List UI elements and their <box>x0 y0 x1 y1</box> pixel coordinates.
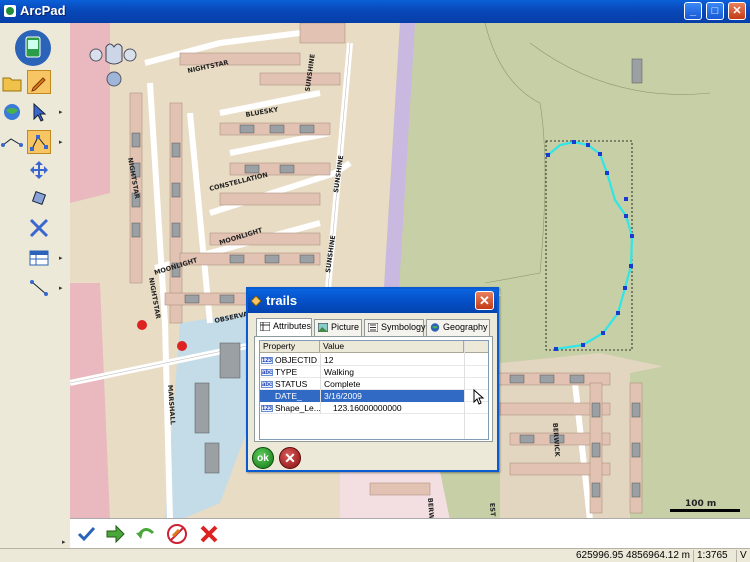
globe-icon <box>4 104 20 120</box>
navigation-control[interactable] <box>84 41 140 89</box>
chevron-right-icon[interactable]: ▸ <box>59 284 65 292</box>
delete-button[interactable] <box>198 523 222 545</box>
table-row[interactable]: 123 OBJECTID 12 <box>260 354 488 366</box>
mouse-cursor-icon <box>473 389 485 405</box>
svg-text:100 m: 100 m <box>685 499 716 509</box>
chevron-right-icon[interactable]: ▸ <box>59 108 65 116</box>
status-indicator: V <box>736 550 747 562</box>
window-title: ArcPad <box>20 3 66 18</box>
coordinate-readout: 625996.95 4856964.12 m <box>576 550 690 561</box>
status-bar: 625996.95 4856964.12 m 1:3765 V <box>0 548 750 562</box>
attributes-icon <box>260 322 270 331</box>
rotate-icon <box>31 190 47 206</box>
table-row[interactable]: abc STATUS Complete <box>260 378 488 390</box>
vertex-edit-button[interactable] <box>27 130 51 154</box>
line-tool-button[interactable] <box>27 276 51 300</box>
arrow-right-icon <box>106 524 125 544</box>
folder-icon <box>2 77 22 92</box>
chevron-right-icon[interactable]: ▸ <box>59 254 65 262</box>
property-cell: OBJECTID <box>275 355 318 365</box>
grid-divider <box>464 341 465 439</box>
symbology-icon <box>368 323 378 332</box>
split-feature-button[interactable] <box>27 216 51 240</box>
chevron-right-icon[interactable]: ▸ <box>59 138 65 146</box>
ok-button[interactable]: ok <box>252 447 274 469</box>
undo-button[interactable] <box>134 523 158 545</box>
pen-tool-button[interactable] <box>27 70 51 94</box>
street-label: BERWICK <box>426 498 436 520</box>
arcpad-window: ArcPad _ □ ✕ NIGHTSTAR BLUESKY CONSTELLA… <box>0 0 750 562</box>
arcpad-logo-icon <box>15 30 51 66</box>
undo-icon <box>136 528 155 539</box>
value-cell[interactable]: 12 <box>320 354 464 366</box>
dialog-title: trails <box>266 293 298 308</box>
attribute-grid[interactable]: Property Value 123 OBJECTID 12 abc TYPE … <box>259 340 489 440</box>
delete-x-icon <box>200 525 218 543</box>
value-cell[interactable]: 3/16/2009 <box>320 390 464 402</box>
arcpad-app-icon <box>4 5 16 17</box>
split-icon <box>29 218 49 238</box>
cancel-button[interactable]: ✕ <box>279 447 301 469</box>
property-cell: TYPE <box>275 367 298 377</box>
open-folder-button[interactable] <box>0 71 24 95</box>
property-cell: DATE_ <box>260 390 320 402</box>
attributes-panel: Property Value 123 OBJECTID 12 abc TYPE … <box>254 336 493 442</box>
tab-attributes[interactable]: Attributes <box>256 318 312 337</box>
picture-icon <box>318 323 328 332</box>
table-row[interactable]: abc TYPE Walking <box>260 366 488 378</box>
pencil-icon <box>31 77 46 92</box>
dialog-close-button[interactable]: ✕ <box>475 291 494 310</box>
grid-header: Property Value <box>260 341 488 353</box>
left-toolbar: ▸ ▸ ▸ ▸ ▸ <box>0 23 70 546</box>
table-row-selected[interactable]: date DATE_ 3/16/2009 <box>260 390 488 402</box>
minimize-button[interactable]: _ <box>684 2 702 20</box>
pan-hand-icon[interactable] <box>84 41 140 89</box>
select-tool-button[interactable] <box>27 100 51 124</box>
value-cell[interactable]: Walking <box>320 366 464 378</box>
vertex-icon <box>30 135 48 151</box>
cancel-edit-button[interactable] <box>166 523 190 545</box>
geography-icon <box>430 323 440 332</box>
layers-button[interactable] <box>0 100 24 124</box>
rotate-feature-button[interactable] <box>27 186 51 210</box>
tab-symbology[interactable]: Symbology <box>364 319 426 336</box>
maximize-button[interactable]: □ <box>706 2 724 20</box>
layer-diamond-icon <box>251 296 261 306</box>
no-entry-icon <box>167 524 187 544</box>
checkmark-icon <box>77 526 96 542</box>
toolbar-expand-icon[interactable]: ▸ <box>62 538 68 546</box>
street-label: EST <box>488 503 497 518</box>
attributes-table-button[interactable] <box>27 246 51 270</box>
edit-vertices-button[interactable] <box>0 130 24 154</box>
value-cell[interactable]: Complete <box>320 378 464 390</box>
tab-geography[interactable]: Geography <box>426 319 490 336</box>
accept-button[interactable] <box>76 523 100 545</box>
arcpad-menu-button[interactable] <box>12 27 52 67</box>
value-cell[interactable]: 123.16000000000 <box>320 402 464 414</box>
edit-toolbar <box>70 518 750 548</box>
table-icon <box>29 250 49 266</box>
line-icon <box>30 280 48 296</box>
next-button[interactable] <box>104 523 128 545</box>
arrow-pointer-icon <box>33 102 47 122</box>
close-button[interactable]: ✕ <box>728 2 746 20</box>
move-icon <box>30 161 48 179</box>
polyline-icon <box>1 138 23 147</box>
title-bar: ArcPad _ □ ✕ <box>0 0 750 23</box>
dialog-title-bar[interactable]: trails ✕ <box>248 289 497 313</box>
move-feature-button[interactable] <box>27 158 51 182</box>
feature-properties-dialog: trails ✕ Attributes Picture Symbology Ge… <box>246 287 499 472</box>
column-header-property[interactable]: Property <box>260 341 320 353</box>
tab-picture[interactable]: Picture <box>314 319 362 336</box>
map-scale-readout[interactable]: 1:3765 <box>693 550 728 562</box>
property-cell: Shape_Le... <box>275 403 320 413</box>
property-cell: STATUS <box>275 379 308 389</box>
table-row[interactable]: 123 Shape_Le... 123.16000000000 <box>260 402 488 414</box>
column-header-value[interactable]: Value <box>320 341 464 353</box>
